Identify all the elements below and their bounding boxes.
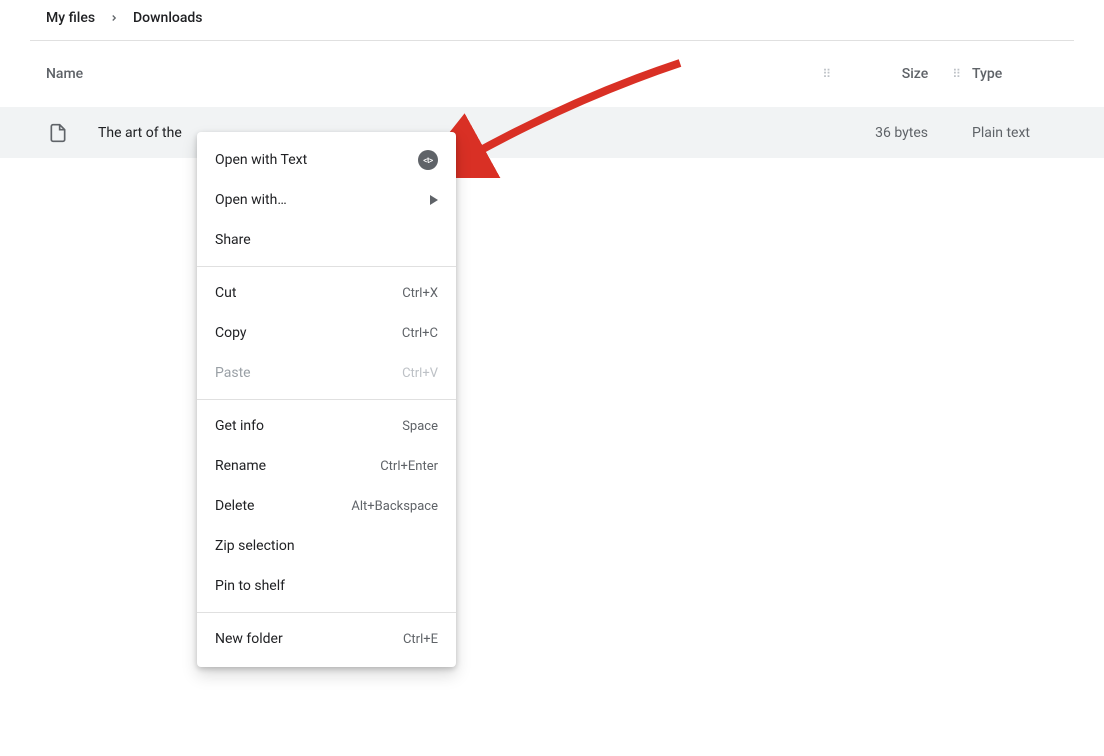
breadcrumb: My files Downloads bbox=[0, 0, 1104, 40]
menu-item-cut[interactable]: Cut Ctrl+X bbox=[197, 273, 456, 313]
menu-label: Open with Text bbox=[215, 152, 307, 168]
menu-label: Cut bbox=[215, 285, 236, 301]
menu-shortcut: Space bbox=[402, 419, 438, 434]
menu-label: Open with… bbox=[215, 192, 287, 208]
menu-shortcut: Ctrl+X bbox=[402, 286, 438, 301]
menu-shortcut: Alt+Backspace bbox=[351, 499, 438, 514]
menu-separator bbox=[197, 266, 456, 267]
column-header-type[interactable]: Type bbox=[972, 66, 1058, 82]
menu-shortcut: Ctrl+C bbox=[402, 326, 438, 341]
menu-item-share[interactable]: Share bbox=[197, 220, 456, 260]
menu-shortcut: Ctrl+V bbox=[402, 366, 438, 381]
menu-shortcut: Ctrl+Enter bbox=[380, 459, 438, 474]
file-type: Plain text bbox=[972, 125, 1058, 141]
menu-item-zip[interactable]: Zip selection bbox=[197, 526, 456, 566]
menu-label: Share bbox=[215, 232, 251, 248]
column-header-size[interactable]: Size bbox=[842, 66, 952, 82]
menu-label: Zip selection bbox=[215, 538, 295, 554]
menu-item-pin[interactable]: Pin to shelf bbox=[197, 566, 456, 606]
drag-handle-icon[interactable]: ⠿ bbox=[822, 71, 832, 77]
menu-label: New folder bbox=[215, 631, 283, 647]
menu-item-open-with-text[interactable]: Open with Text <t> bbox=[197, 140, 456, 180]
text-app-icon: <t> bbox=[418, 150, 438, 170]
file-icon bbox=[46, 121, 70, 145]
table-header: Name ⠿ Size ⠿ Type bbox=[0, 41, 1104, 107]
file-size: 36 bytes bbox=[862, 125, 972, 141]
chevron-right-icon bbox=[109, 13, 119, 23]
menu-label: Rename bbox=[215, 458, 266, 474]
menu-label: Copy bbox=[215, 325, 247, 341]
breadcrumb-root[interactable]: My files bbox=[46, 10, 95, 26]
breadcrumb-current[interactable]: Downloads bbox=[133, 10, 202, 26]
menu-separator bbox=[197, 399, 456, 400]
menu-item-copy[interactable]: Copy Ctrl+C bbox=[197, 313, 456, 353]
table-row[interactable]: The art of the 36 bytes Plain text bbox=[0, 107, 1104, 158]
menu-item-open-with[interactable]: Open with… bbox=[197, 180, 456, 220]
context-menu: Open with Text <t> Open with… Share Cut … bbox=[197, 132, 456, 667]
drag-handle-icon[interactable]: ⠿ bbox=[952, 71, 962, 77]
menu-item-delete[interactable]: Delete Alt+Backspace bbox=[197, 486, 456, 526]
menu-label: Paste bbox=[215, 365, 251, 381]
menu-item-paste: Paste Ctrl+V bbox=[197, 353, 456, 393]
menu-item-new-folder[interactable]: New folder Ctrl+E bbox=[197, 619, 456, 659]
menu-separator bbox=[197, 612, 456, 613]
chevron-right-icon bbox=[430, 195, 438, 205]
column-header-name[interactable]: Name bbox=[46, 66, 822, 82]
menu-label: Delete bbox=[215, 498, 254, 514]
menu-item-rename[interactable]: Rename Ctrl+Enter bbox=[197, 446, 456, 486]
menu-shortcut: Ctrl+E bbox=[403, 632, 438, 647]
menu-label: Get info bbox=[215, 418, 264, 434]
menu-label: Pin to shelf bbox=[215, 578, 285, 594]
menu-item-get-info[interactable]: Get info Space bbox=[197, 406, 456, 446]
